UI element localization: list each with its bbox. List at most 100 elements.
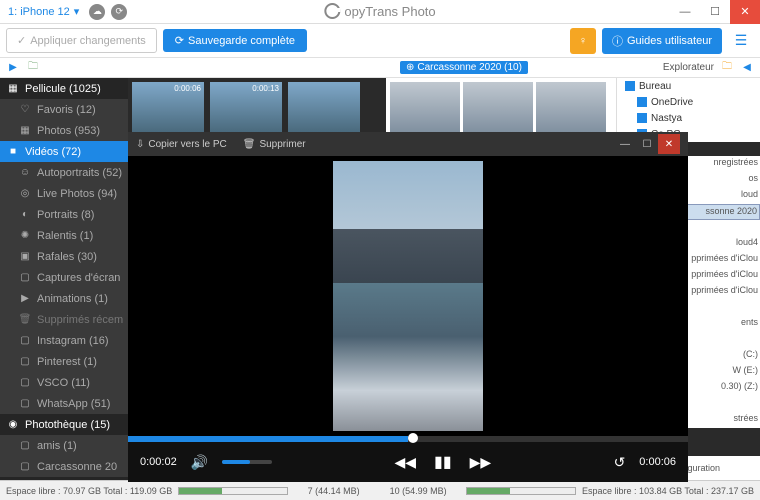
sidebar-item[interactable]: ☺Autoportraits (52) (0, 162, 128, 183)
volume-slider[interactable] (222, 460, 272, 464)
album-thumb[interactable] (463, 82, 533, 132)
tree-fragment[interactable]: ssonne 2020 (686, 204, 760, 220)
sidebar-item[interactable]: ▶Animations (1) (0, 288, 128, 309)
explorer-item[interactable]: Bureau (617, 78, 760, 94)
sidebar-item-icon: ▢ (18, 271, 32, 285)
video-viewport[interactable] (128, 156, 688, 436)
sidebar-item[interactable]: ▦ Photos (953) (0, 120, 128, 141)
space-bar-left (178, 487, 288, 495)
explorer-item[interactable]: OneDrive (617, 94, 760, 110)
sidebar-item-icon: ▶ (18, 292, 32, 306)
apply-label: Appliquer changements (30, 35, 146, 47)
tree-fragment[interactable] (686, 396, 760, 412)
apply-changes-button[interactable]: ✓ Appliquer changements (6, 28, 157, 53)
sidebar-item[interactable]: ▢WhatsApp (51) (0, 393, 128, 414)
album-tag[interactable]: ⊕ Carcassonne 2020 (10) (400, 61, 528, 74)
copy-label: Copier vers le PC (148, 139, 226, 150)
delete-button[interactable]: 🗑 Supprimer (243, 139, 306, 150)
sidebar-item[interactable]: ▢Captures d'écran (0, 267, 128, 288)
collapse-icon[interactable]: ◀ (740, 61, 754, 75)
player-minimize-button[interactable]: — (614, 134, 636, 154)
tree-fragment[interactable]: strées (686, 412, 760, 428)
folder-icon (625, 81, 635, 91)
full-backup-button[interactable]: ⟳ Sauvegarde complète (163, 29, 307, 52)
volume-icon[interactable]: 🔊 (191, 454, 208, 471)
help-button[interactable]: ♀ (570, 28, 596, 54)
sidebar-item-icon: ◉ (6, 418, 20, 432)
tree-fragment[interactable]: pprimées d'iClou (686, 268, 760, 284)
sidebar-item-label: Pinterest (1) (37, 356, 97, 368)
tree-fragment[interactable]: pprimées d'iClou (686, 252, 760, 268)
device-selector[interactable]: 1: iPhone 12 ▾ (8, 5, 79, 18)
sidebar-item[interactable]: ▢Pinterest (1) (0, 351, 128, 372)
sidebar-item[interactable]: ▢VSCO (11) (0, 372, 128, 393)
tree-fragment[interactable]: os (686, 172, 760, 188)
sidebar-item-icon: ▢ (18, 439, 32, 453)
statusbar: Espace libre : 70.97 GB Total : 119.09 G… (0, 480, 760, 500)
titlebar-icons: ☁ ⟳ (89, 4, 127, 20)
sidebar-item[interactable]: ◉Photothèque (15) (0, 414, 128, 435)
minimize-button[interactable]: — (670, 0, 700, 24)
titlebar: 1: iPhone 12 ▾ ☁ ⟳ opyTrans Photo — ☐ ✕ (0, 0, 760, 24)
tree-fragment[interactable]: loud (686, 188, 760, 204)
tree-fragment[interactable]: (C:) (686, 348, 760, 364)
sidebar-item[interactable]: ▢Carcassonne 20 (0, 456, 128, 477)
tree-fragment[interactable]: 0.30) (Z:) (686, 380, 760, 396)
refresh-icon[interactable]: ⟳ (111, 4, 127, 20)
sidebar-item[interactable]: 🗑Supprimés récem (0, 309, 128, 330)
save-label: Sauvegarde complète (188, 35, 295, 47)
tree-fragment[interactable]: loud4 (686, 236, 760, 252)
sidebar-item[interactable]: ▢Instagram (16) (0, 330, 128, 351)
sidebar-item[interactable]: ■Vidéos (72) (0, 141, 128, 162)
expand-icon[interactable]: ▶ (6, 61, 20, 75)
menu-button[interactable]: ☰ (728, 28, 754, 54)
maximize-button[interactable]: ☐ (700, 0, 730, 24)
folder-icon (637, 97, 647, 107)
copy-to-pc-button[interactable]: ⇩ Copier vers le PC (136, 139, 227, 150)
trash-icon: 🗑 (243, 139, 256, 150)
tree-fragment[interactable] (686, 332, 760, 348)
bulb-icon: ♀ (579, 35, 587, 47)
tree-fragment[interactable]: W (E:) (686, 364, 760, 380)
pause-button[interactable]: ▮▮ (434, 452, 452, 472)
seek-knob[interactable] (408, 433, 418, 443)
player-close-button[interactable]: ✕ (658, 134, 680, 154)
sidebar-item-icon: ▣ (18, 250, 32, 264)
tree-fragment[interactable]: pprimées d'iClou (686, 284, 760, 300)
tree-fragment[interactable]: nregistrées (686, 156, 760, 172)
sidebar-item[interactable]: ▦Pellicule (1025) (0, 78, 128, 99)
right-tree-panel: nregistréesosloudssonne 2020loud4pprimée… (686, 156, 760, 428)
sidebar-item[interactable]: ♡Favoris (12) (0, 99, 128, 120)
album-thumb[interactable] (390, 82, 460, 132)
sidebar-item-icon: 🗑 (18, 313, 32, 327)
sidebar-item[interactable]: ◐Portraits (8) (0, 204, 128, 225)
sidebar-item[interactable]: ✺Ralentis (1) (0, 225, 128, 246)
count-right: 10 (54.99 MB) (390, 486, 447, 496)
replay-icon[interactable]: ↺ (614, 454, 626, 471)
thumb-duration: 0:00:06 (174, 84, 201, 93)
forward-button[interactable]: ▶▶ (470, 454, 492, 471)
plus-icon: ⊕ (406, 62, 414, 73)
close-button[interactable]: ✕ (730, 0, 760, 24)
folder-icon[interactable]: 🗀 (26, 61, 40, 75)
tree-fragment[interactable]: ents (686, 316, 760, 332)
sidebar-item[interactable]: ▣Rafales (30) (0, 246, 128, 267)
sidebar-item[interactable]: ▢amis (1) (0, 435, 128, 456)
sidebar-item-icon: ▦ (18, 124, 32, 138)
seek-bar[interactable] (128, 436, 688, 442)
rewind-button[interactable]: ◀◀ (395, 454, 417, 471)
user-guides-button[interactable]: ⓘ Guides utilisateur (602, 28, 722, 54)
explorer-item[interactable]: Nastya (617, 110, 760, 126)
sidebar-item-label: Photos (953) (37, 125, 100, 137)
folder-icon[interactable]: 🗀 (720, 61, 734, 75)
tree-fragment[interactable] (686, 300, 760, 316)
album-thumb[interactable] (536, 82, 606, 132)
tree-fragment[interactable] (686, 220, 760, 236)
status-left: Espace libre : 70.97 GB Total : 119.09 G… (6, 486, 288, 496)
explorer-label: OneDrive (651, 97, 693, 108)
sidebar-item[interactable]: ◎Live Photos (94) (0, 183, 128, 204)
player-maximize-button[interactable]: ☐ (636, 134, 658, 154)
explorer-label: Nastya (651, 113, 682, 124)
cloud-icon[interactable]: ☁ (89, 4, 105, 20)
check-icon: ✓ (17, 34, 26, 47)
